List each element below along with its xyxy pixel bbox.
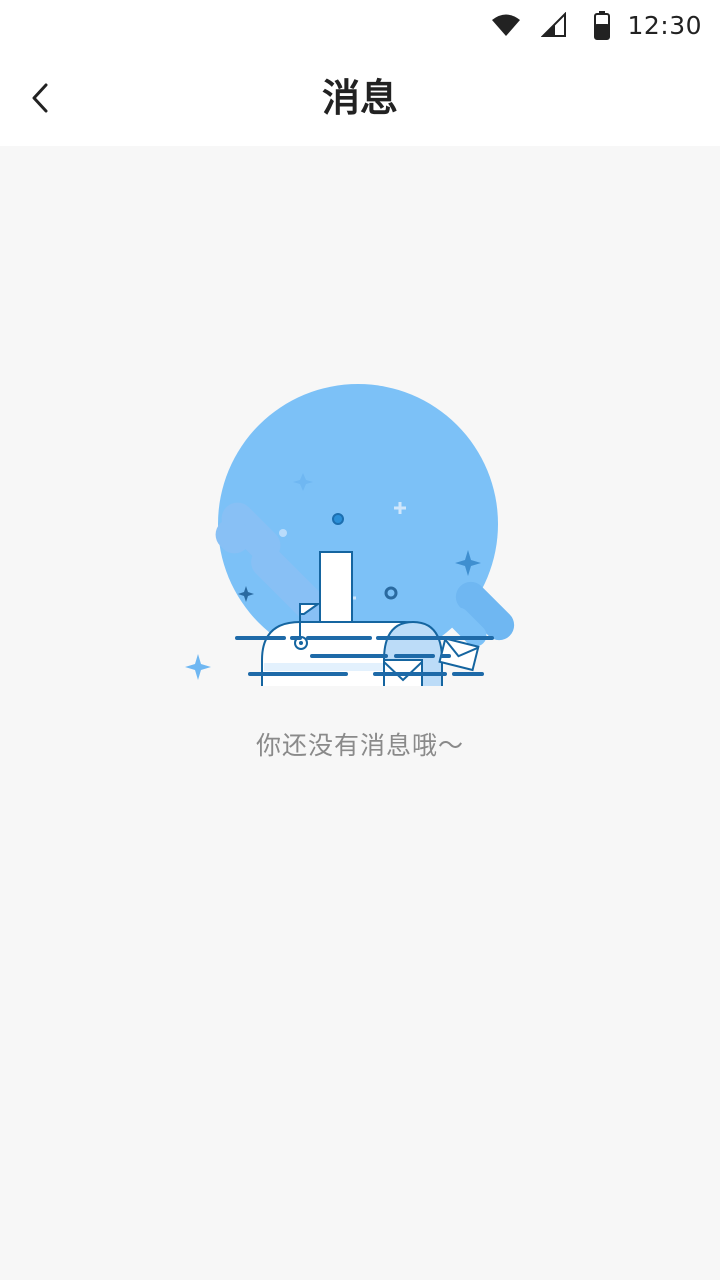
page-title: 消息 [321,76,398,120]
dot [332,513,344,525]
signal-icon [541,12,567,38]
empty-state-message: 你还没有消息哦～ [255,731,464,760]
content-area: 你还没有消息哦～ [0,146,720,1280]
status-icons: 12:30 [491,0,702,50]
status-time: 12:30 [627,10,702,40]
mailbox-illustration [185,384,515,686]
nav-bar: 消息 [0,50,720,146]
sparkle-icon [185,654,211,680]
status-bar: 12:30 [0,0,720,50]
battery-icon [593,10,611,40]
dot [279,529,287,537]
back-button[interactable] [14,72,66,124]
mailbox-stripe [264,663,384,671]
wifi-icon [491,13,521,37]
chevron-left-icon [32,83,48,113]
